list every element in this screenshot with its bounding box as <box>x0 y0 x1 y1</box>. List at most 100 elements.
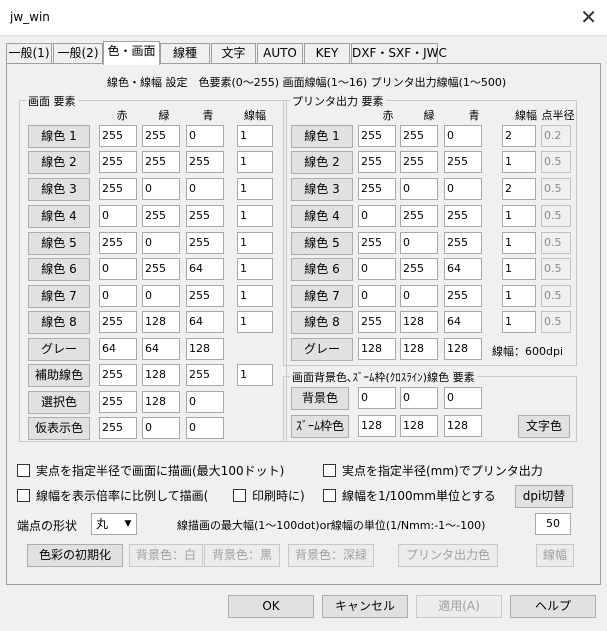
printer-width-input[interactable]: 1 <box>502 205 536 227</box>
printer-width-input[interactable]: 1 <box>502 311 536 333</box>
screen-width-input[interactable]: 1 <box>237 232 273 254</box>
printer-width-input[interactable]: 1 <box>502 232 536 254</box>
printer-width-input[interactable]: 1 <box>502 151 536 173</box>
screen-blue-input[interactable]: 64 <box>186 258 224 280</box>
bg-white-button[interactable]: 背景色：白 <box>129 544 203 567</box>
printer-row-button[interactable]: グレー <box>291 338 353 361</box>
printer-green-input[interactable]: 128 <box>400 311 438 333</box>
screen-row-button[interactable]: 補助線色 <box>28 364 90 387</box>
bg-blue-input[interactable]: 0 <box>444 387 482 409</box>
screen-red-input[interactable]: 255 <box>99 151 137 173</box>
line-width-button[interactable]: 線幅 <box>536 544 574 567</box>
printer-width-input[interactable]: 1 <box>502 285 536 307</box>
printer-red-input[interactable]: 255 <box>358 311 396 333</box>
screen-blue-input[interactable]: 0 <box>186 178 224 200</box>
dpi-toggle-button[interactable]: dpi切替 <box>515 485 573 508</box>
screen-green-input[interactable]: 0 <box>142 232 180 254</box>
printer-green-input[interactable]: 255 <box>400 151 438 173</box>
printer-red-input[interactable]: 255 <box>358 232 396 254</box>
screen-green-input[interactable]: 255 <box>142 151 180 173</box>
printer-green-input[interactable]: 255 <box>400 205 438 227</box>
printer-row-button[interactable]: 線色 6 <box>291 258 353 281</box>
screen-green-input[interactable]: 0 <box>142 178 180 200</box>
screen-green-input[interactable]: 128 <box>142 311 180 333</box>
printer-green-input[interactable]: 255 <box>400 125 438 147</box>
screen-red-input[interactable]: 255 <box>99 311 137 333</box>
bg-black-button[interactable]: 背景色：黒 <box>204 544 280 567</box>
screen-blue-input[interactable]: 0 <box>186 417 224 439</box>
screen-width-input[interactable]: 1 <box>237 151 273 173</box>
tab-general-2[interactable]: 一般(2) <box>53 43 103 64</box>
screen-row-button[interactable]: 線色 4 <box>28 205 90 228</box>
printer-red-input[interactable]: 128 <box>358 338 396 360</box>
screen-row-button[interactable]: グレー <box>28 338 90 361</box>
printer-green-input[interactable]: 0 <box>400 285 438 307</box>
screen-red-input[interactable]: 0 <box>99 285 137 307</box>
printer-width-input[interactable]: 2 <box>502 178 536 200</box>
bg-green-input[interactable]: 0 <box>400 387 438 409</box>
printer-red-input[interactable]: 0 <box>358 258 396 280</box>
printer-width-input[interactable]: 2 <box>502 125 536 147</box>
screen-radius-option[interactable]: 実点を指定半径で画面に描画(最大100ドット) <box>17 464 284 478</box>
proportional-checkbox[interactable] <box>17 489 30 502</box>
printer-blue-input[interactable]: 64 <box>444 258 482 280</box>
printer-red-input[interactable]: 0 <box>358 205 396 227</box>
bg-green-button[interactable]: 背景色：深緑 <box>288 544 374 567</box>
screen-blue-input[interactable]: 0 <box>186 125 224 147</box>
printer-row-button[interactable]: 線色 2 <box>291 151 353 174</box>
screen-blue-input[interactable]: 0 <box>186 391 224 413</box>
screen-width-input[interactable]: 1 <box>237 205 273 227</box>
proportional-option[interactable]: 線幅を表示倍率に比例して描画( <box>17 489 208 503</box>
printer-red-input[interactable]: 255 <box>358 178 396 200</box>
bg-blue-input[interactable]: 128 <box>444 415 482 437</box>
screen-row-button[interactable]: 線色 3 <box>28 178 90 201</box>
screen-red-input[interactable]: 255 <box>99 364 137 386</box>
bg-row-button[interactable]: 背景色 <box>291 387 349 410</box>
screen-row-button[interactable]: 線色 6 <box>28 258 90 281</box>
screen-red-input[interactable]: 255 <box>99 125 137 147</box>
screen-row-button[interactable]: 線色 2 <box>28 151 90 174</box>
printer-blue-input[interactable]: 0 <box>444 178 482 200</box>
tab-line-type[interactable]: 線種 <box>160 43 210 64</box>
printer-red-input[interactable]: 255 <box>358 151 396 173</box>
screen-blue-input[interactable]: 255 <box>186 285 224 307</box>
screen-green-input[interactable]: 255 <box>142 125 180 147</box>
screen-row-button[interactable]: 仮表示色 <box>28 417 90 440</box>
printer-row-button[interactable]: 線色 1 <box>291 125 353 148</box>
screen-row-button[interactable]: 線色 7 <box>28 285 90 308</box>
printer-row-button[interactable]: 線色 5 <box>291 232 353 255</box>
screen-green-input[interactable]: 255 <box>142 258 180 280</box>
tab-color-screen[interactable]: 色・画面 <box>103 41 160 65</box>
screen-green-input[interactable]: 128 <box>142 364 180 386</box>
printer-row-button[interactable]: 線色 7 <box>291 285 353 308</box>
tab-general-1[interactable]: 一般(1) <box>6 43 52 64</box>
screen-blue-input[interactable]: 255 <box>186 232 224 254</box>
endpoint-shape-select[interactable]: 丸 ▼ <box>91 513 137 535</box>
printer-blue-input[interactable]: 0 <box>444 125 482 147</box>
screen-row-button[interactable]: 線色 1 <box>28 125 90 148</box>
screen-red-input[interactable]: 0 <box>99 258 137 280</box>
printer-blue-input[interactable]: 128 <box>444 338 482 360</box>
screen-red-input[interactable]: 255 <box>99 178 137 200</box>
printer-green-input[interactable]: 0 <box>400 232 438 254</box>
unit-1-100mm-option[interactable]: 線幅を1/100mm単位とする <box>323 489 496 503</box>
print-time-checkbox[interactable] <box>233 489 246 502</box>
screen-red-input[interactable]: 255 <box>99 391 137 413</box>
screen-red-input[interactable]: 64 <box>99 338 137 360</box>
printer-green-input[interactable]: 128 <box>400 338 438 360</box>
printer-green-input[interactable]: 0 <box>400 178 438 200</box>
color-init-button[interactable]: 色彩の初期化 <box>27 544 123 567</box>
printer-blue-input[interactable]: 64 <box>444 311 482 333</box>
screen-blue-input[interactable]: 128 <box>186 338 224 360</box>
screen-blue-input[interactable]: 255 <box>186 151 224 173</box>
screen-width-input[interactable]: 1 <box>237 178 273 200</box>
printer-color-button[interactable]: プリンタ出力色 <box>398 544 498 567</box>
printer-blue-input[interactable]: 255 <box>444 285 482 307</box>
printer-row-button[interactable]: 線色 4 <box>291 205 353 228</box>
screen-width-input[interactable]: 1 <box>237 311 273 333</box>
screen-green-input[interactable]: 0 <box>142 417 180 439</box>
screen-width-input[interactable]: 1 <box>237 285 273 307</box>
screen-width-input[interactable]: 1 <box>237 364 273 386</box>
tab-key[interactable]: KEY <box>304 43 350 64</box>
text-color-button[interactable]: 文字色 <box>518 415 570 438</box>
